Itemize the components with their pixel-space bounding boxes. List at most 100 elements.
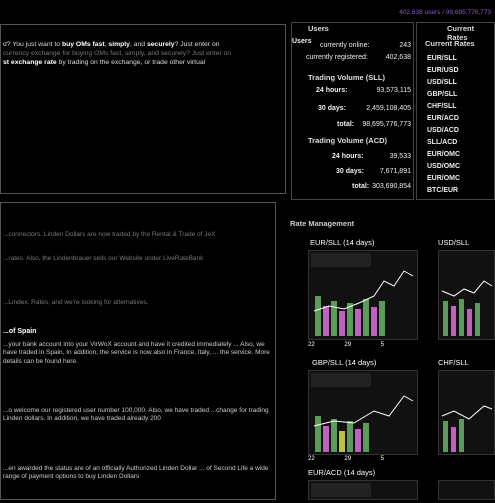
sll-24h-value: 93,573,115 [376,87,411,94]
top-bar: 402,638 users / 98,695,776,773 [0,0,495,22]
intro-line1-pre: d? You just want to [3,41,62,48]
chf-sll-chart-svg [441,405,493,452]
intro-simply: simply [108,41,130,48]
volume-bar [451,306,456,336]
rate-item[interactable]: SLL/ACD [427,139,457,148]
volume-bar [475,303,480,336]
rate-management-title: Rate Management [290,219,355,228]
x-tick-label: 5 [380,456,385,462]
intro-panel: d? You just want to buy OMs fast, simply… [0,24,286,194]
usd-acd-chart[interactable] [438,480,495,500]
news-heading: ...of Spain [3,328,37,335]
volume-bar [443,421,448,452]
news-item: ...connectors. Linden Dollars are now tr… [3,231,216,238]
eur-sll-chart[interactable] [308,250,418,340]
usd-sll-chart[interactable] [438,250,495,340]
chart-label: USD/SLL [438,238,470,247]
intro-line3-post: by trading on the exchange, or trade oth… [56,58,206,66]
acd-24h-label: 24 hours: [332,153,364,160]
volume-bar [323,306,329,336]
news-panel: ...connectors. Linden Dollars are now tr… [0,202,276,500]
volume-bar [451,427,456,452]
chart-label: GBP/SLL (14 days) [312,358,377,367]
sll-30d-label: 30 days: [318,105,347,112]
x-tick-label: 29 [344,342,352,348]
intro-sep2: , and [129,41,147,48]
rate-line [441,280,493,297]
rate-management-panel: Rate Management EUR/SLL (14 days) 22 29 … [288,215,495,500]
eur-acd-chart-svg [311,483,371,497]
usd-sll-chart-svg [441,280,493,336]
rate-item[interactable]: USD/SLL [427,79,457,88]
x-tick-label: 22 [308,456,315,462]
chart-legend [311,483,371,497]
intro-buy-fast: buy OMs fast [61,41,105,48]
volume-bar [363,423,369,452]
volume-bar [371,307,377,336]
sll-total-label: total: [337,121,355,128]
volume-bar [363,299,369,336]
chart-legend [311,373,371,387]
volume-bar [331,419,337,452]
volume-bar [459,299,464,336]
volume-bar [459,419,464,452]
eur-acd-chart[interactable] [308,480,418,500]
x-tick-label: 5 [380,342,385,348]
volume-bar [355,429,361,452]
rate-item[interactable]: USD/ACD [427,127,459,136]
intro-best-rate: st exchange rate [3,58,57,66]
rate-item[interactable]: EUR/USD [427,67,459,76]
acd-total-label: total: [352,183,370,190]
acd-24h-value: 39,533 [389,153,411,160]
news-item: ...Lindex. Rates, and we're looking for … [3,299,149,306]
news-item: ...o welcome our registered user number … [3,407,269,423]
rate-line [441,405,493,420]
news-item: ...your bank account into your VirWoX ac… [3,341,270,365]
users-title: Users [308,24,329,33]
acd-total-value: 303,690,854 [372,183,411,190]
chart-label: EUR/ACD (14 days) [308,468,376,477]
x-tick-label: 22 [308,342,315,348]
rate-item[interactable]: BTC/EUR [427,187,458,196]
volume-bar [355,309,361,336]
chf-sll-chart[interactable] [438,370,495,455]
volume-bar [467,309,472,336]
rate-item[interactable]: EUR/OMC [427,175,460,184]
volume-bar [315,296,321,336]
intro-line2: currency exchange for buying OMs fast, s… [3,49,232,57]
gbp-sll-chart[interactable] [308,370,418,455]
online-label: currently online: [320,42,370,49]
rate-line [313,395,414,427]
rate-item[interactable]: EUR/OMC [427,151,460,160]
sll-24h-label: 24 hours: [316,87,348,94]
volume-bar [315,416,321,452]
x-tick-label: 29 [344,456,352,462]
chart-legend [311,253,371,267]
rate-item[interactable]: GBP/SLL [427,91,457,100]
acd-30d-label: 30 days: [336,168,365,175]
sll-30d-value: 2,459,108,405 [366,105,411,112]
online-value: 243 [399,42,411,49]
chart-label: CHF/SLL [438,358,469,367]
volume-bar [379,301,385,336]
rate-item[interactable]: EUR/ACD [427,115,459,124]
volume-bar [339,431,345,452]
rates-panel: Current Rates Current Rates EUR/SLL EUR/… [416,22,495,200]
chart-x-labels: 22 29 5 [308,342,384,350]
acd-volume-title: Trading Volume (ACD) [308,136,388,145]
rates-heading: Current Rates [425,39,475,48]
chart-label: EUR/SLL (14 days) [310,238,375,247]
rate-item[interactable]: USD/OMC [427,163,460,172]
eur-sll-chart-svg [311,253,414,336]
volume-bar [347,421,353,452]
volume-bar [323,426,329,452]
news-item: ...rates. Also, the Lindenbrauer sells o… [3,255,204,262]
sll-total-value: 98,695,776,773 [362,121,411,128]
intro-line1-post: ? Just enter on [174,41,220,48]
rate-item[interactable]: EUR/SLL [427,55,457,64]
volume-bar [443,301,448,336]
rate-item[interactable]: CHF/SLL [427,103,457,112]
users-heading: Users [292,38,312,45]
acd-30d-value: 7,671,891 [379,168,411,175]
intro-text: d? You just want to buy OMs fast, simply… [3,41,283,68]
